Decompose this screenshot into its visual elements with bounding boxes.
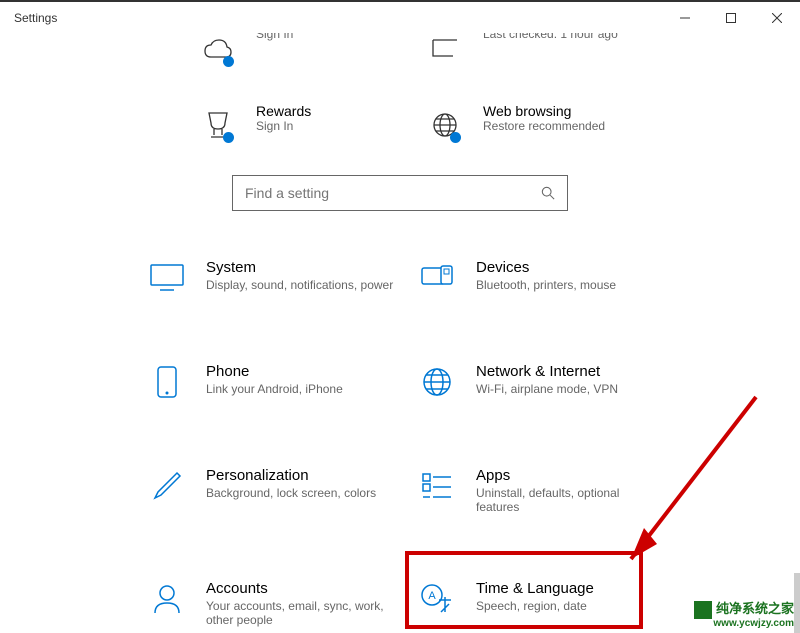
badge-icon — [223, 132, 234, 143]
watermark: 纯净系统之家 www.ycwjzy.com — [694, 601, 794, 630]
tile-signin[interactable]: Sign In — [196, 33, 413, 77]
badge-icon — [223, 56, 234, 67]
devices-icon — [418, 259, 456, 297]
category-title: Phone — [206, 363, 343, 380]
category-title: Devices — [476, 259, 616, 276]
scrollbar-thumb[interactable] — [794, 573, 800, 633]
tile-title: Rewards — [256, 103, 311, 119]
tile-sub: Sign In — [256, 33, 293, 41]
phone-icon — [148, 363, 186, 401]
window-title: Settings — [14, 11, 57, 25]
badge-icon — [450, 132, 461, 143]
titlebar-controls — [662, 3, 800, 33]
category-system[interactable]: System Display, sound, notifications, pow… — [148, 259, 408, 297]
category-desc: Link your Android, iPhone — [206, 382, 343, 396]
category-title: Apps — [476, 467, 666, 484]
tile-sub: Last checked: 1 hour ago — [483, 33, 618, 41]
watermark-logo-icon — [694, 601, 712, 619]
category-title: Personalization — [206, 467, 376, 484]
search-box[interactable] — [232, 175, 568, 211]
category-desc: Bluetooth, printers, mouse — [476, 278, 616, 292]
category-accounts[interactable]: Accounts Your accounts, email, sync, work… — [148, 580, 408, 627]
category-desc: Wi-Fi, airplane mode, VPN — [476, 382, 618, 396]
tile-sub: Sign In — [256, 119, 311, 133]
title-bar: Settings — [0, 0, 800, 33]
category-desc: Speech, region, date — [476, 599, 594, 613]
category-time-language[interactable]: A Time & Language Speech, region, date — [418, 580, 678, 627]
category-network[interactable]: Network & Internet Wi-Fi, airplane mode, … — [418, 363, 678, 401]
category-title: Accounts — [206, 580, 396, 597]
tile-sub: Restore recommended — [483, 119, 605, 133]
category-desc: Your accounts, email, sync, work, other … — [206, 599, 396, 627]
category-desc: Display, sound, notifications, power — [206, 278, 393, 292]
category-title: System — [206, 259, 393, 276]
apps-icon — [418, 467, 456, 505]
close-button[interactable] — [754, 3, 800, 33]
category-desc: Uninstall, defaults, optional features — [476, 486, 666, 514]
category-phone[interactable]: Phone Link your Android, iPhone — [148, 363, 408, 401]
tile-title: Web browsing — [483, 103, 605, 119]
search-icon — [541, 186, 555, 200]
minimize-button[interactable] — [662, 3, 708, 33]
category-desc: Background, lock screen, colors — [206, 486, 376, 500]
update-icon — [423, 33, 467, 71]
maximize-button[interactable] — [708, 3, 754, 33]
category-apps[interactable]: Apps Uninstall, defaults, optional featur… — [418, 467, 678, 514]
category-personalization[interactable]: Personalization Background, lock screen, … — [148, 467, 408, 514]
category-devices[interactable]: Devices Bluetooth, printers, mouse — [418, 259, 678, 297]
pen-icon — [148, 467, 186, 505]
language-icon: A — [418, 580, 456, 618]
monitor-icon — [148, 259, 186, 297]
category-title: Time & Language — [476, 580, 594, 597]
tile-web-browsing[interactable]: Web browsingRestore recommended — [423, 97, 640, 153]
tile-update[interactable]: Last checked: 1 hour ago — [423, 33, 640, 77]
globe-icon — [418, 363, 456, 401]
search-input[interactable] — [245, 185, 541, 201]
svg-text:A: A — [428, 590, 436, 602]
person-icon — [148, 580, 186, 618]
category-title: Network & Internet — [476, 363, 618, 380]
tile-rewards[interactable]: RewardsSign In — [196, 97, 413, 153]
